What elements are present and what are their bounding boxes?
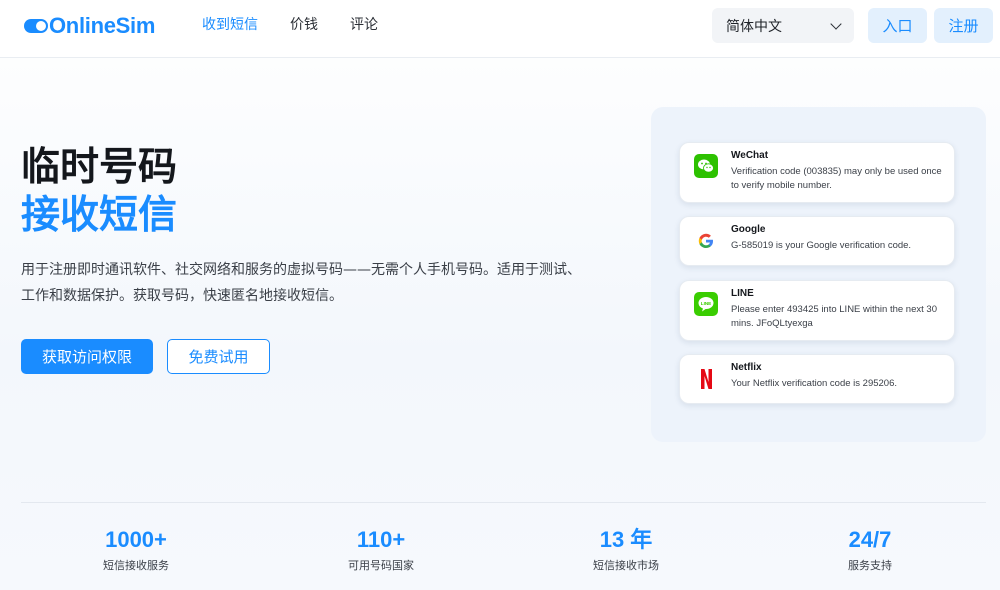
hero-title-line2: 接收短信 xyxy=(21,193,178,238)
stat-countries: 110+ 可用号码国家 xyxy=(301,527,461,573)
nav-item-receive-sms[interactable]: 收到短信 xyxy=(202,16,258,34)
hero-description: 用于注册即时通讯软件、社交网络和服务的虚拟号码——无需个人手机号码。适用于测试、… xyxy=(21,262,581,304)
message-text: Please enter 493425 into LINE within the… xyxy=(731,304,937,329)
message-text: Your Netflix verification code is 295206… xyxy=(731,378,897,389)
google-icon xyxy=(694,229,718,253)
message-card-line: LINE LINE Please enter 493425 into LINE … xyxy=(679,280,955,341)
stat-label: 短信接收市场 xyxy=(593,559,659,572)
stat-value: 24/7 xyxy=(848,527,892,552)
free-trial-button[interactable]: 免费试用 xyxy=(167,339,270,374)
stat-services: 1000+ 短信接收服务 xyxy=(56,527,216,573)
main-nav: 收到短信 价钱 评论 xyxy=(202,16,378,34)
register-button[interactable]: 注册 xyxy=(934,8,993,43)
stat-label: 服务支持 xyxy=(848,559,892,572)
nav-item-pricing[interactable]: 价钱 xyxy=(290,16,318,34)
top-header: OnlineSim 收到短信 价钱 评论 简体中文 入口 注册 xyxy=(0,0,1000,58)
wechat-icon xyxy=(694,154,718,178)
logo-text: OnlineSim xyxy=(49,13,156,38)
login-button[interactable]: 入口 xyxy=(868,8,927,43)
svg-text:LINE: LINE xyxy=(701,301,711,306)
message-sender: Google xyxy=(731,224,766,235)
hero-title-line1: 临时号码 xyxy=(21,145,178,190)
stat-years: 13 年 短信接收市场 xyxy=(546,527,706,573)
nav-item-reviews[interactable]: 评论 xyxy=(350,16,378,34)
message-sender: Netflix xyxy=(731,362,762,373)
message-text: Verification code (003835) may only be u… xyxy=(731,166,942,191)
stats-divider xyxy=(21,502,986,503)
message-card-wechat: WeChat Verification code (003835) may on… xyxy=(679,142,955,203)
message-card-google: Google G-585019 is your Google verificat… xyxy=(679,216,955,266)
logo-icon xyxy=(24,19,48,33)
logo[interactable]: OnlineSim xyxy=(24,12,155,40)
netflix-icon xyxy=(694,367,718,391)
stat-support: 24/7 服务支持 xyxy=(790,527,950,573)
message-text: G-585019 is your Google verification cod… xyxy=(731,240,912,251)
chevron-down-icon xyxy=(830,17,842,30)
stat-value: 110+ xyxy=(356,527,406,552)
language-select[interactable]: 简体中文 xyxy=(712,8,854,43)
stat-value: 13 年 xyxy=(599,527,653,552)
stat-label: 可用号码国家 xyxy=(348,559,414,572)
stat-value: 1000+ xyxy=(105,527,167,552)
line-icon: LINE xyxy=(694,292,718,316)
message-sender: WeChat xyxy=(731,150,769,161)
message-sender: LINE xyxy=(731,288,754,299)
get-access-button[interactable]: 获取访问权限 xyxy=(21,339,153,374)
language-select-value: 简体中文 xyxy=(726,18,782,35)
stat-label: 短信接收服务 xyxy=(103,559,169,572)
message-card-netflix: Netflix Your Netflix verification code i… xyxy=(679,354,955,404)
